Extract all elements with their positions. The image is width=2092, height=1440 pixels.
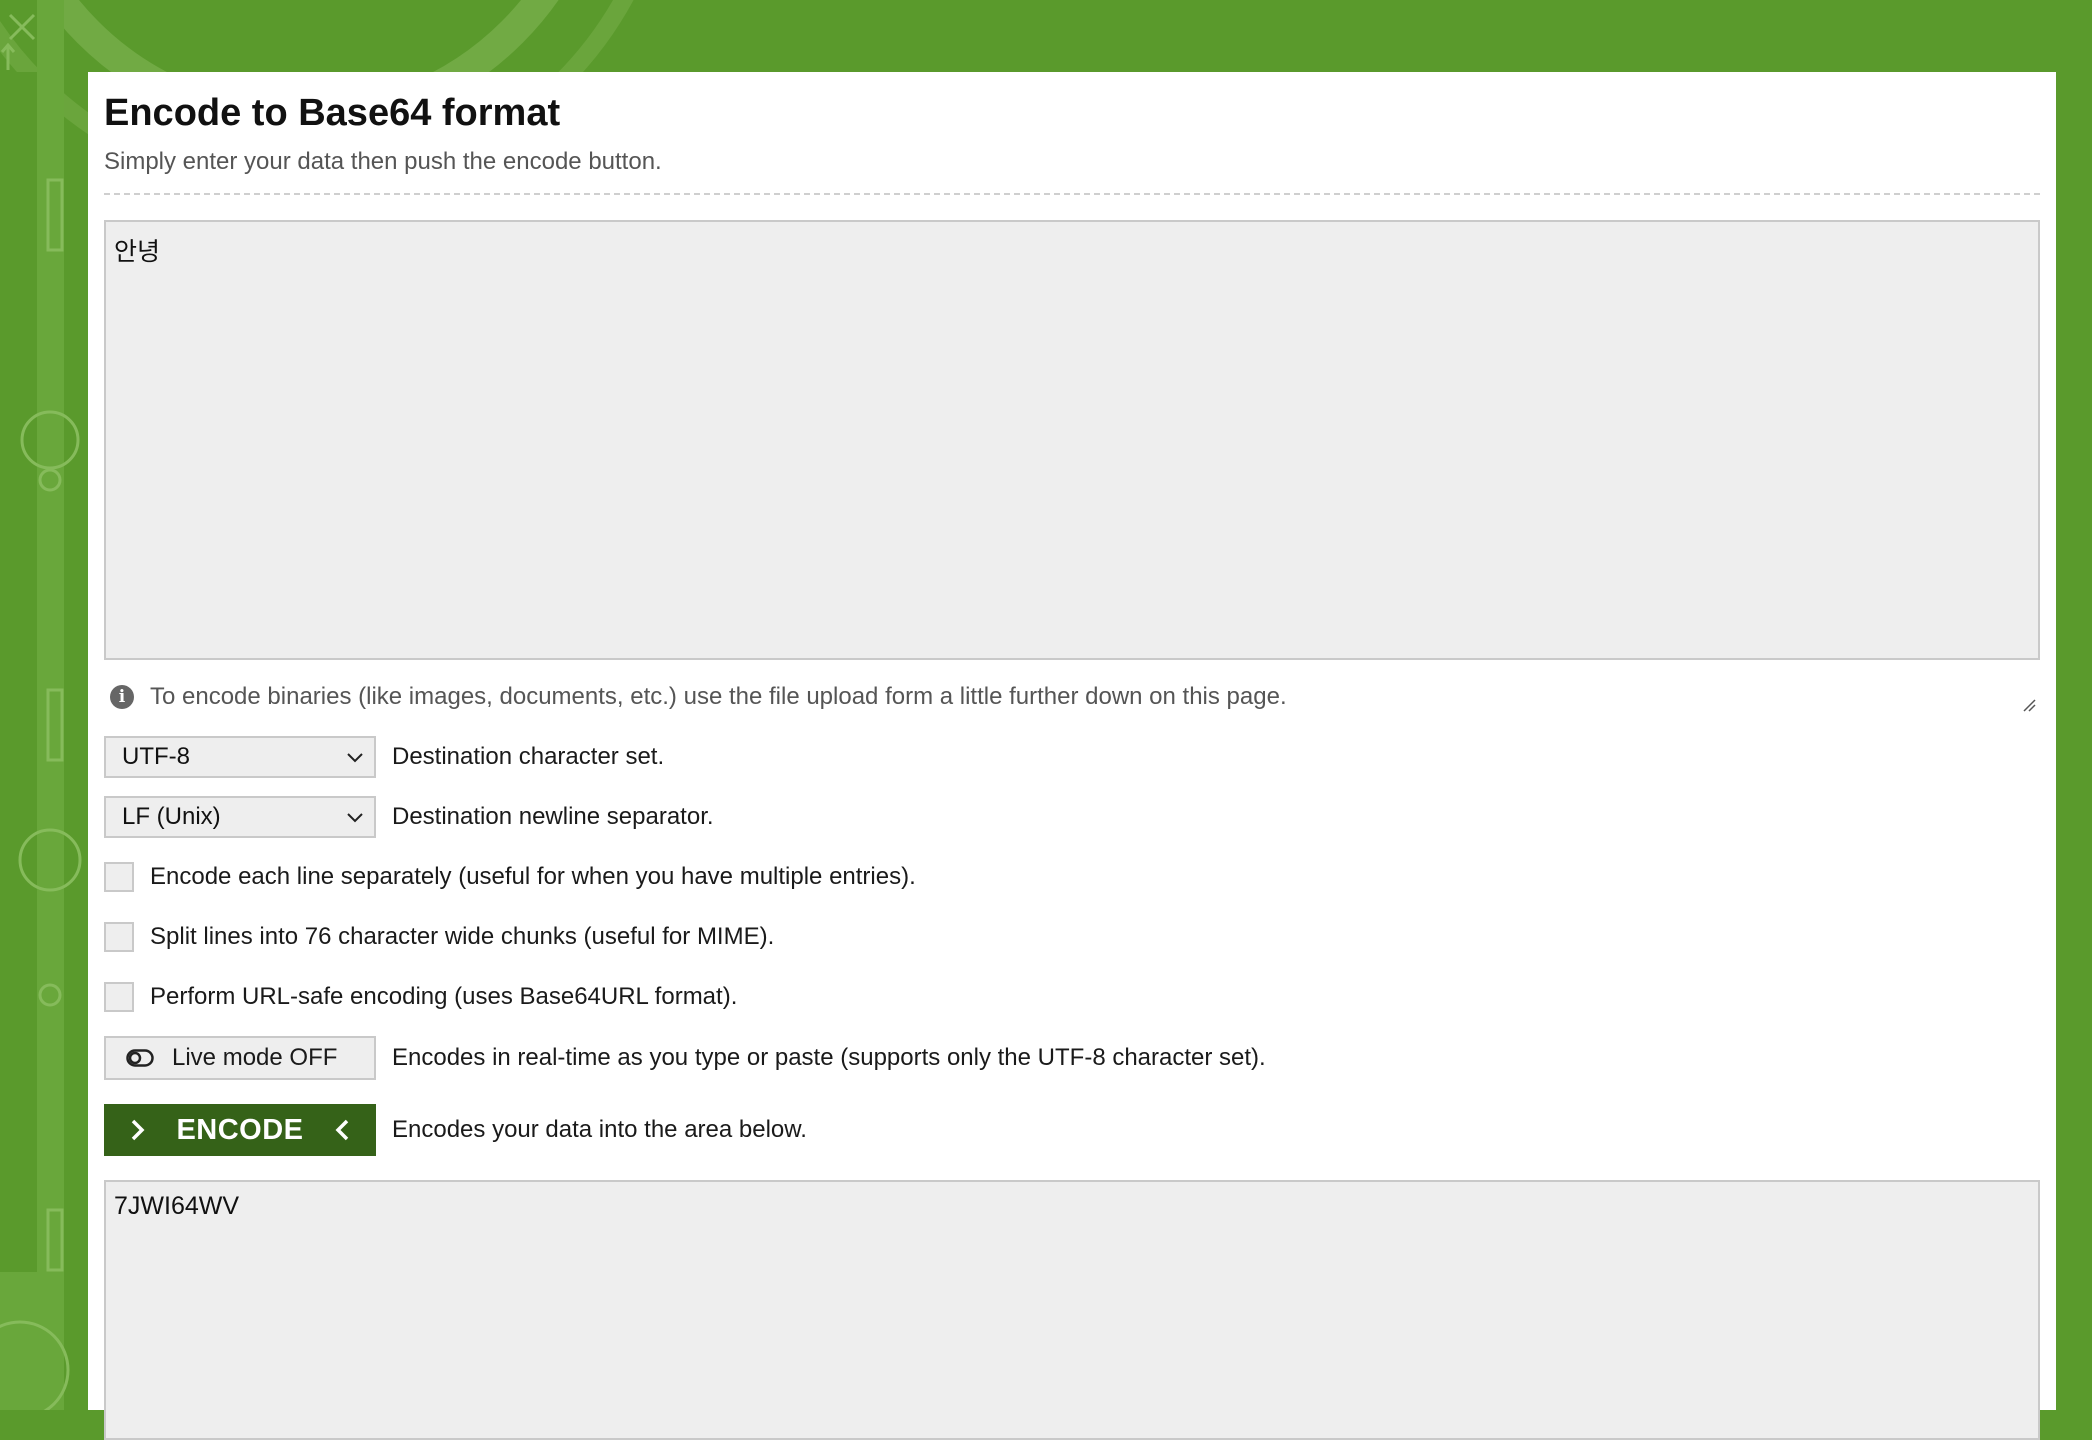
encode-row: ENCODE Encodes your data into the area b…	[104, 1104, 807, 1156]
charset-row: UTF-8 Destination character set.	[104, 736, 664, 778]
live-mode-description: Encodes in real-time as you type or past…	[392, 1044, 1266, 1071]
input-textarea[interactable]: 안녕	[104, 220, 2040, 660]
info-text: To encode binaries (like images, documen…	[150, 683, 1287, 710]
output-textarea[interactable]: 7JWI64WV	[104, 1180, 2040, 1440]
newline-select[interactable]: LF (Unix)	[104, 796, 376, 838]
info-icon: i	[110, 685, 134, 709]
charset-label: Destination character set.	[392, 743, 665, 770]
newline-selected-value: LF (Unix)	[122, 803, 221, 830]
newline-label: Destination newline separator.	[392, 803, 714, 830]
live-mode-label: Live mode OFF	[172, 1044, 338, 1071]
charset-selected-value: UTF-8	[122, 743, 190, 770]
split-lines-checkbox[interactable]	[104, 922, 134, 952]
encode-button-label: ENCODE	[176, 1113, 304, 1146]
dashed-divider	[104, 193, 2040, 195]
split-lines-label[interactable]: Split lines into 76 character wide chunk…	[150, 923, 774, 951]
chevron-down-icon	[347, 813, 363, 823]
url-safe-label[interactable]: Perform URL-safe encoding (uses Base64UR…	[150, 983, 737, 1011]
chevron-down-icon	[347, 753, 363, 763]
encode-button[interactable]: ENCODE	[104, 1104, 376, 1156]
encoder-panel: Encode to Base64 format Simply enter you…	[88, 72, 2056, 1440]
chevron-right-icon	[132, 1119, 145, 1141]
url-safe-checkbox[interactable]	[104, 982, 134, 1012]
page-title: Encode to Base64 format	[104, 92, 561, 134]
each-line-label[interactable]: Encode each line separately (useful for …	[150, 863, 916, 891]
each-line-checkbox[interactable]	[104, 862, 134, 892]
info-note: i To encode binaries (like images, docum…	[110, 681, 1287, 713]
each-line-option: Encode each line separately (useful for …	[104, 862, 916, 892]
toggle-off-icon	[126, 1049, 154, 1067]
live-mode-row: Live mode OFF Encodes in real-time as yo…	[104, 1036, 1266, 1080]
resize-grip-icon[interactable]	[2022, 698, 2036, 712]
encode-description: Encodes your data into the area below.	[392, 1116, 807, 1143]
chevron-left-icon	[335, 1119, 348, 1141]
split-lines-option: Split lines into 76 character wide chunk…	[104, 922, 774, 952]
charset-select[interactable]: UTF-8	[104, 736, 376, 778]
live-mode-button[interactable]: Live mode OFF	[104, 1036, 376, 1080]
url-safe-option: Perform URL-safe encoding (uses Base64UR…	[104, 982, 737, 1012]
page-subtitle: Simply enter your data then push the enc…	[104, 148, 662, 175]
newline-row: LF (Unix) Destination newline separator.	[104, 796, 714, 838]
